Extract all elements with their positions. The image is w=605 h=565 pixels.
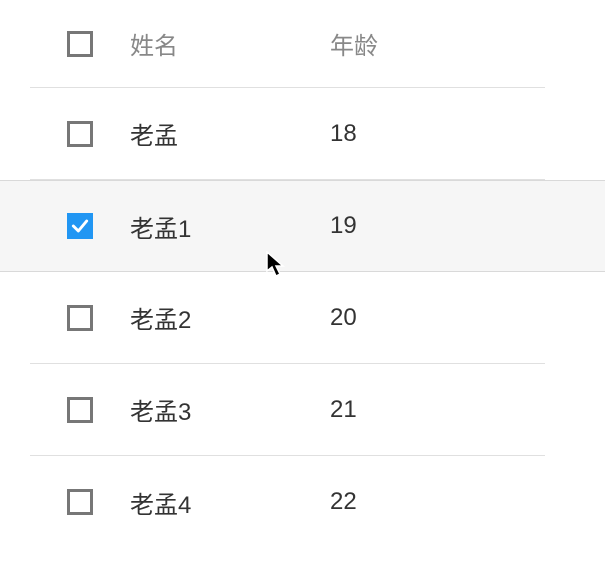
row-checkbox-cell xyxy=(30,397,130,423)
row-checkbox-cell xyxy=(30,489,130,515)
row-age-cell: 19 xyxy=(330,212,545,240)
row-checkbox[interactable] xyxy=(67,121,93,147)
row-name-cell: 老孟1 xyxy=(130,209,330,244)
row-age-cell: 18 xyxy=(330,120,545,148)
table-row[interactable]: 老孟 18 xyxy=(30,88,545,180)
row-checkbox[interactable] xyxy=(67,213,93,239)
table-row[interactable]: 老孟4 22 xyxy=(30,456,545,548)
row-name-cell: 老孟2 xyxy=(130,300,330,335)
row-age-cell: 22 xyxy=(330,488,545,516)
row-name-cell: 老孟4 xyxy=(130,485,330,520)
row-name-cell: 老孟 xyxy=(130,116,330,151)
data-table: 姓名 年龄 老孟 18 老孟1 19 老孟2 20 老孟3 21 xyxy=(0,0,605,548)
table-row[interactable]: 老孟2 20 xyxy=(30,272,545,364)
column-header-name[interactable]: 姓名 xyxy=(130,26,330,61)
row-checkbox-cell xyxy=(30,305,130,331)
table-header-row: 姓名 年龄 xyxy=(30,0,545,88)
header-checkbox-cell xyxy=(30,31,130,57)
row-checkbox-cell xyxy=(30,213,130,239)
row-age-cell: 20 xyxy=(330,304,545,332)
column-header-age[interactable]: 年龄 xyxy=(330,26,545,61)
row-name-cell: 老孟3 xyxy=(130,392,330,427)
table-row[interactable]: 老孟1 19 xyxy=(0,180,605,272)
row-checkbox[interactable] xyxy=(67,305,93,331)
select-all-checkbox[interactable] xyxy=(67,31,93,57)
row-checkbox[interactable] xyxy=(67,397,93,423)
table-row[interactable]: 老孟3 21 xyxy=(30,364,545,456)
check-icon xyxy=(70,216,90,236)
row-age-cell: 21 xyxy=(330,396,545,424)
row-checkbox-cell xyxy=(30,121,130,147)
row-checkbox[interactable] xyxy=(67,489,93,515)
